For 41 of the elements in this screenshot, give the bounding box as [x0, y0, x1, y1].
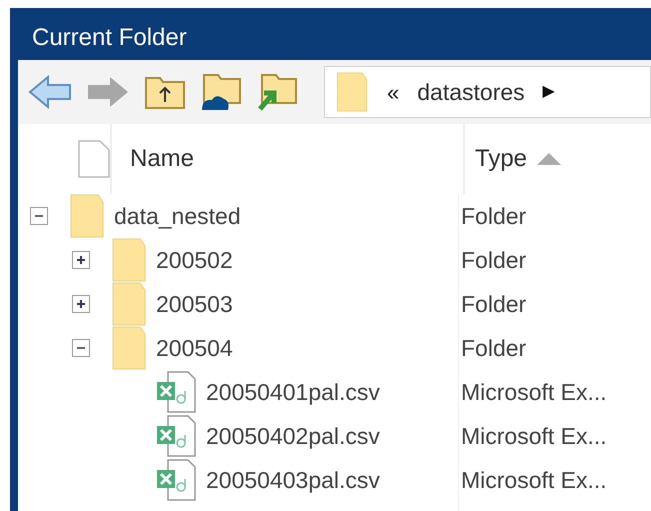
- folder-icon: [112, 238, 146, 282]
- spreadsheet-file-icon: [156, 415, 196, 457]
- breadcrumb-folder[interactable]: datastores: [417, 74, 525, 110]
- back-arrow-icon[interactable]: [28, 75, 72, 109]
- folder-arrow-icon[interactable]: [256, 73, 298, 111]
- collapse-toggle[interactable]: [72, 339, 90, 357]
- folder-name[interactable]: 200504: [156, 330, 233, 366]
- folder-up-icon[interactable]: [144, 74, 186, 110]
- file-header-icon: [78, 140, 110, 178]
- breadcrumb-overflow[interactable]: «: [387, 76, 400, 108]
- panel-title: Current Folder: [32, 23, 187, 53]
- folder-name[interactable]: data_nested: [114, 198, 241, 234]
- folder-name[interactable]: 200503: [156, 286, 233, 322]
- plus-icon: [75, 254, 87, 266]
- folder-cloud-icon[interactable]: [200, 73, 242, 111]
- file-type: Microsoft Ex...: [460, 378, 607, 407]
- folder-icon: [70, 194, 104, 238]
- expand-toggle[interactable]: [72, 295, 90, 313]
- file-type: Folder: [460, 290, 526, 319]
- file-type: Microsoft Ex...: [460, 466, 607, 495]
- collapse-toggle[interactable]: [30, 207, 48, 225]
- folder-icon: [335, 72, 369, 112]
- file-name[interactable]: 20050401pal.csv: [206, 374, 380, 410]
- folder-icon: [112, 326, 146, 370]
- plus-icon: [75, 298, 87, 310]
- file-name[interactable]: 20050403pal.csv: [206, 462, 380, 498]
- file-name[interactable]: 20050402pal.csv: [206, 418, 380, 454]
- column-header[interactable]: Name: [110, 124, 463, 194]
- file-type: Folder: [460, 334, 526, 363]
- folder-name[interactable]: 200502: [156, 242, 233, 278]
- breadcrumb-arrow[interactable]: ▶: [542, 80, 555, 104]
- file-type: Folder: [460, 246, 526, 275]
- expand-toggle[interactable]: [72, 251, 90, 269]
- address-bar[interactable]: « datastores ▶: [324, 66, 651, 118]
- folder-icon: [112, 282, 146, 326]
- column-header[interactable]: Type: [463, 124, 651, 194]
- file-type: Folder: [460, 202, 526, 231]
- sort-ascending-icon: [537, 153, 562, 165]
- spreadsheet-file-icon: [156, 459, 196, 501]
- file-type: Microsoft Ex...: [460, 422, 607, 451]
- spreadsheet-file-icon: [156, 371, 196, 413]
